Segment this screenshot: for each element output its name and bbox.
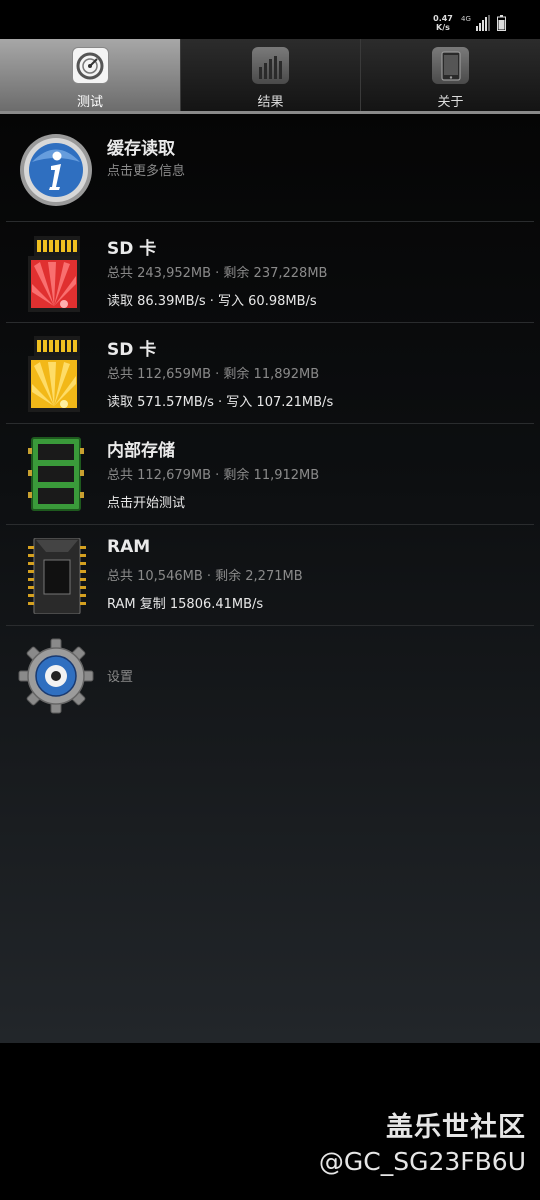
item-title: SD 卡 — [107, 340, 157, 360]
list-item-sd-card-1[interactable]: SD 卡 总共 243,952MB · 剩余 237,228MB 读取 86.3… — [6, 222, 534, 323]
tab-bar: 测试 结果 关于 — [0, 39, 540, 114]
item-title: 缓存读取 — [107, 139, 175, 159]
ram-chip-icon — [28, 538, 86, 614]
network-speed-value: 0.47 — [433, 14, 453, 23]
item-title: 内部存储 — [107, 441, 175, 461]
item-subtitle: 总共 112,659MB · 剩余 11,892MB — [107, 367, 320, 382]
tab-label: 测试 — [76, 95, 103, 110]
signal-icon — [476, 15, 490, 31]
item-title: RAM — [107, 537, 151, 557]
gear-icon — [18, 638, 94, 714]
item-title: SD 卡 — [107, 239, 157, 259]
phone-icon — [432, 47, 469, 84]
item-speed: RAM 复制 15806.41MB/s — [107, 597, 264, 612]
gauge-icon — [71, 47, 109, 84]
tab-label: 结果 — [257, 95, 284, 110]
item-speed: 读取 571.57MB/s · 写入 107.21MB/s — [107, 395, 334, 410]
tab-about[interactable]: 关于 — [360, 39, 540, 111]
item-subtitle: 总共 243,952MB · 剩余 237,228MB — [107, 266, 328, 281]
watermark-title: 盖乐世社区 — [386, 1112, 526, 1143]
network-type: 4G — [461, 15, 471, 23]
item-speed: 点击开始测试 — [107, 496, 186, 511]
settings-label: 设置 — [107, 670, 134, 685]
status-bar: 0.47 K/s 4G — [0, 0, 540, 38]
list-item-internal-storage[interactable]: 内部存储 总共 112,679MB · 剩余 11,912MB 点击开始测试 — [6, 424, 534, 525]
network-speed-unit: K/s — [436, 23, 450, 32]
info-icon — [20, 134, 92, 206]
tab-test[interactable]: 测试 — [0, 39, 180, 111]
battery-icon — [497, 15, 506, 31]
bottom-area: 盖乐世社区 @GC_SG23FB6U — [0, 1043, 540, 1200]
item-subtitle: 总共 112,679MB · 剩余 11,912MB — [107, 468, 320, 483]
internal-storage-icon — [28, 437, 84, 511]
watermark-handle: @GC_SG23FB6U — [318, 1147, 526, 1176]
tab-results[interactable]: 结果 — [180, 39, 360, 111]
test-list: 缓存读取 点击更多信息 SD 卡 总共 243,952MB · 剩余 237,2… — [0, 114, 540, 1043]
item-speed: 读取 86.39MB/s · 写入 60.98MB/s — [107, 294, 317, 309]
item-subtitle: 总共 10,546MB · 剩余 2,271MB — [107, 569, 303, 584]
network-speed: 0.47 K/s — [431, 14, 455, 32]
sd-card-yellow-icon — [28, 336, 80, 412]
sd-card-red-icon — [28, 236, 80, 312]
bar-chart-icon — [252, 47, 289, 84]
item-subtitle: 点击更多信息 — [107, 164, 186, 179]
list-item-sd-card-2[interactable]: SD 卡 总共 112,659MB · 剩余 11,892MB 读取 571.5… — [6, 323, 534, 424]
tab-label: 关于 — [437, 95, 464, 110]
list-item-settings[interactable]: 设置 — [6, 626, 534, 727]
list-item-cache-read[interactable]: 缓存读取 点击更多信息 — [6, 114, 534, 222]
list-item-ram[interactable]: RAM 总共 10,546MB · 剩余 2,271MB RAM 复制 1580… — [6, 525, 534, 626]
